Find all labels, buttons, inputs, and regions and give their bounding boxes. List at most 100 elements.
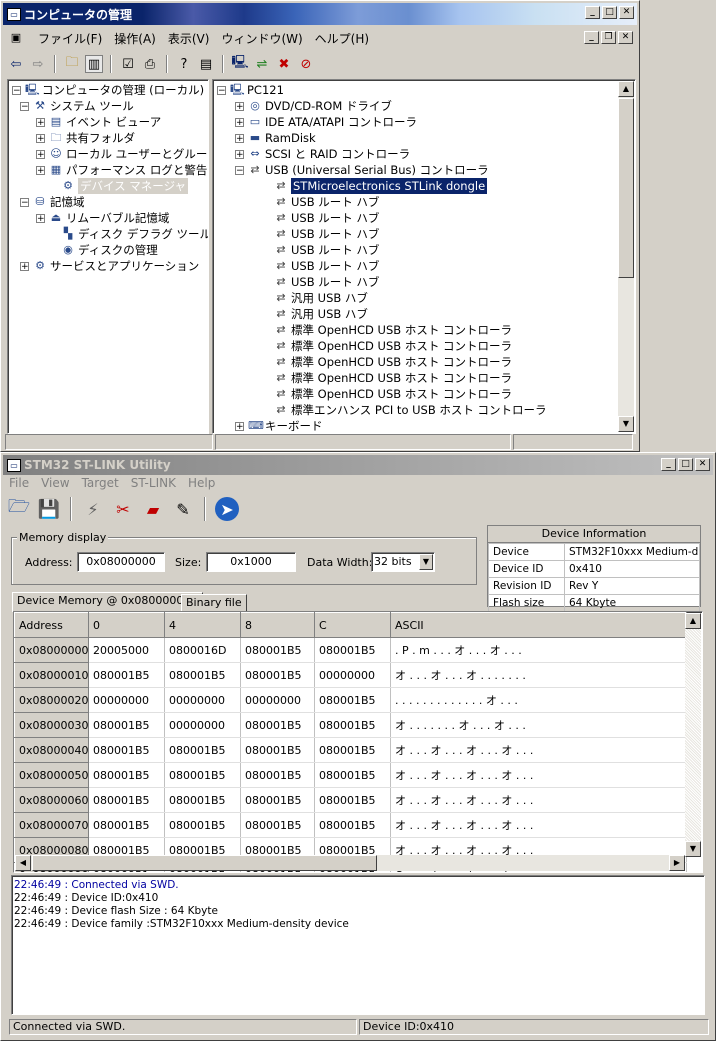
tree-item[interactable]: ⇄ USB ルート ハブ bbox=[261, 210, 379, 226]
column-header[interactable]: Address bbox=[14, 612, 89, 638]
column-header[interactable]: 0 bbox=[88, 612, 165, 638]
row-address[interactable]: 0x08000050 bbox=[14, 762, 89, 788]
tree-item[interactable]: ⇄ 標準 OpenHCD USB ホスト コントローラ bbox=[261, 386, 512, 402]
tree-item[interactable]: + ⚙ サービスとアプリケーション bbox=[20, 258, 199, 274]
scan-hardware-icon[interactable]: 🖳 bbox=[231, 55, 249, 73]
collapse-icon[interactable]: − bbox=[20, 197, 29, 207]
collapse-icon[interactable]: − bbox=[20, 101, 29, 111]
tree-item[interactable]: ⇄ USB ルート ハブ bbox=[261, 274, 379, 290]
tree-item[interactable]: + ▤ イベント ビューア bbox=[36, 114, 161, 130]
tree-item[interactable]: + ◎ DVD/CD-ROM ドライブ bbox=[235, 98, 392, 114]
hex-cell[interactable]: 080001B5 bbox=[314, 687, 391, 713]
ascii-cell[interactable]: オ . . . オ . . . オ . . . オ . . . bbox=[390, 812, 687, 838]
hex-cell[interactable]: 080001B5 bbox=[88, 737, 165, 763]
hex-cell[interactable]: 080001B5 bbox=[314, 712, 391, 738]
tree-item[interactable]: ▚ ディスク デフラグ ツール bbox=[48, 226, 208, 242]
hex-cell[interactable]: 0800016D bbox=[164, 637, 241, 663]
hex-cell[interactable]: 00000000 bbox=[164, 712, 241, 738]
hex-cell[interactable]: 080001B5 bbox=[164, 787, 241, 813]
hex-cell[interactable]: 080001B5 bbox=[88, 762, 165, 788]
menu-file[interactable]: ファイル(F) bbox=[32, 30, 108, 47]
tree-item[interactable]: ⇄ 標準 OpenHCD USB ホスト コントローラ bbox=[261, 354, 512, 370]
hex-cell[interactable]: 080001B5 bbox=[164, 662, 241, 688]
child-restore-button[interactable]: ❐ bbox=[601, 31, 616, 44]
expand-icon[interactable]: + bbox=[235, 149, 244, 159]
expand-icon[interactable]: + bbox=[36, 149, 45, 159]
menu-action[interactable]: 操作(A) bbox=[108, 30, 162, 47]
expand-icon[interactable]: + bbox=[36, 165, 45, 175]
size-input[interactable]: 0x1000 bbox=[206, 552, 296, 572]
tree-item[interactable]: + 🗀 共有フォルダ bbox=[36, 130, 135, 146]
row-address[interactable]: 0x08000020 bbox=[14, 687, 89, 713]
hex-cell[interactable]: 080001B5 bbox=[314, 637, 391, 663]
ascii-cell[interactable]: オ . . . オ . . . オ . . . オ . . . bbox=[390, 787, 687, 813]
table-row[interactable]: 0x08000010 080001B5 080001B5 080001B5 000000… bbox=[14, 662, 687, 688]
hex-cell[interactable]: 080001B5 bbox=[240, 762, 315, 788]
hex-cell[interactable]: 080001B5 bbox=[240, 787, 315, 813]
up-folder-icon[interactable]: 🗀 bbox=[63, 55, 81, 73]
tree-item[interactable]: + ▦ パフォーマンス ログと警告 bbox=[36, 162, 207, 178]
tree-item[interactable]: − ⇄ USB (Universal Serial Bus) コントローラ bbox=[235, 162, 489, 178]
menu-view[interactable]: View bbox=[35, 476, 75, 490]
hex-cell[interactable]: 00000000 bbox=[164, 687, 241, 713]
tree-item[interactable]: + ☺ ローカル ユーザーとグループ bbox=[36, 146, 208, 162]
tree-item[interactable]: + ⏏ リムーバブル記憶域 bbox=[36, 210, 169, 226]
erase-icon[interactable]: ▰ bbox=[141, 497, 165, 521]
menu-help[interactable]: Help bbox=[182, 476, 221, 490]
scroll-left-button[interactable]: ◀ bbox=[15, 855, 31, 871]
maximize-button[interactable]: □ bbox=[678, 458, 693, 471]
disable-device-icon[interactable]: ⊘ bbox=[297, 55, 315, 73]
update-driver-icon[interactable]: ⇌ bbox=[253, 55, 271, 73]
hex-cell[interactable]: 080001B5 bbox=[88, 712, 165, 738]
child-minimize-button[interactable]: _ bbox=[584, 31, 599, 44]
properties-icon[interactable]: ☑ bbox=[119, 55, 137, 73]
expand-icon[interactable]: + bbox=[235, 117, 244, 127]
console-tree-icon[interactable]: ▤ bbox=[197, 55, 215, 73]
hex-cell[interactable]: 00000000 bbox=[240, 687, 315, 713]
hex-cell[interactable]: 20005000 bbox=[88, 637, 165, 663]
expand-icon[interactable]: + bbox=[235, 133, 244, 143]
scroll-thumb[interactable] bbox=[618, 98, 634, 278]
hex-cell[interactable]: 080001B5 bbox=[164, 737, 241, 763]
ascii-cell[interactable]: オ . . . オ . . . オ . . . . . . . bbox=[390, 662, 687, 688]
save-file-icon[interactable]: 💾 bbox=[37, 497, 61, 521]
hex-cell[interactable]: 080001B5 bbox=[240, 737, 315, 763]
expand-icon[interactable]: + bbox=[235, 421, 244, 431]
menu-window[interactable]: ウィンドウ(W) bbox=[215, 30, 308, 47]
tree-item[interactable]: ⇄ USB ルート ハブ bbox=[261, 226, 379, 242]
table-row[interactable]: 0x08000030 080001B5 00000000 080001B5 080001… bbox=[14, 712, 687, 738]
collapse-icon[interactable]: − bbox=[235, 165, 244, 175]
menu-target[interactable]: Target bbox=[76, 476, 125, 490]
cm-title-bar[interactable]: ▭ コンピュータの管理 _ □ ✕ bbox=[3, 3, 637, 25]
help-icon[interactable]: ? bbox=[175, 55, 193, 73]
menu-stlink[interactable]: ST-LINK bbox=[125, 476, 182, 490]
minimize-button[interactable]: _ bbox=[661, 458, 676, 471]
table-row[interactable]: 0x08000000 20005000 0800016D 080001B5 080001… bbox=[14, 637, 687, 663]
collapse-icon[interactable]: − bbox=[217, 85, 226, 95]
st-title-bar[interactable]: ▭ STM32 ST-LINK Utility _ □ ✕ bbox=[3, 455, 713, 475]
column-header[interactable]: ASCII bbox=[390, 612, 687, 638]
tree-item[interactable]: ⇄ USB ルート ハブ bbox=[261, 242, 379, 258]
back-arrow-icon[interactable]: ⇦ bbox=[7, 55, 25, 73]
maximize-button[interactable]: □ bbox=[602, 6, 617, 19]
ascii-cell[interactable]: オ . . . オ . . . オ . . . オ . . . bbox=[390, 762, 687, 788]
tree-item[interactable]: ⚙ デバイス マネージャ bbox=[48, 177, 190, 195]
tree-item[interactable]: + ⌨ キーボード bbox=[235, 418, 323, 433]
address-input[interactable]: 0x08000000 bbox=[77, 552, 165, 572]
tree-item[interactable]: ⇄ 標準エンハンス PCI to USB ホスト コントローラ bbox=[261, 402, 546, 418]
tree-item[interactable]: ⇄ USB ルート ハブ bbox=[261, 194, 379, 210]
tree-item[interactable]: + ▭ IDE ATA/ATAPI コントローラ bbox=[235, 114, 417, 130]
hex-cell[interactable]: 080001B5 bbox=[314, 737, 391, 763]
scroll-right-button[interactable]: ▶ bbox=[669, 855, 685, 871]
row-address[interactable]: 0x08000040 bbox=[14, 737, 89, 763]
hex-cell[interactable]: 080001B5 bbox=[314, 762, 391, 788]
table-row[interactable]: 0x08000060 080001B5 080001B5 080001B5 080001… bbox=[14, 787, 687, 813]
column-header[interactable]: C bbox=[314, 612, 391, 638]
compass-icon[interactable]: ➤ bbox=[215, 497, 239, 521]
device-tree-scrollbar[interactable]: ▲ ▼ bbox=[618, 81, 634, 432]
expand-icon[interactable]: + bbox=[235, 101, 244, 111]
hex-cell[interactable]: 080001B5 bbox=[164, 812, 241, 838]
tree-item[interactable]: − ⛁ 記憶域 bbox=[20, 194, 85, 210]
row-address[interactable]: 0x08000070 bbox=[14, 812, 89, 838]
hex-cell[interactable]: 080001B5 bbox=[88, 787, 165, 813]
